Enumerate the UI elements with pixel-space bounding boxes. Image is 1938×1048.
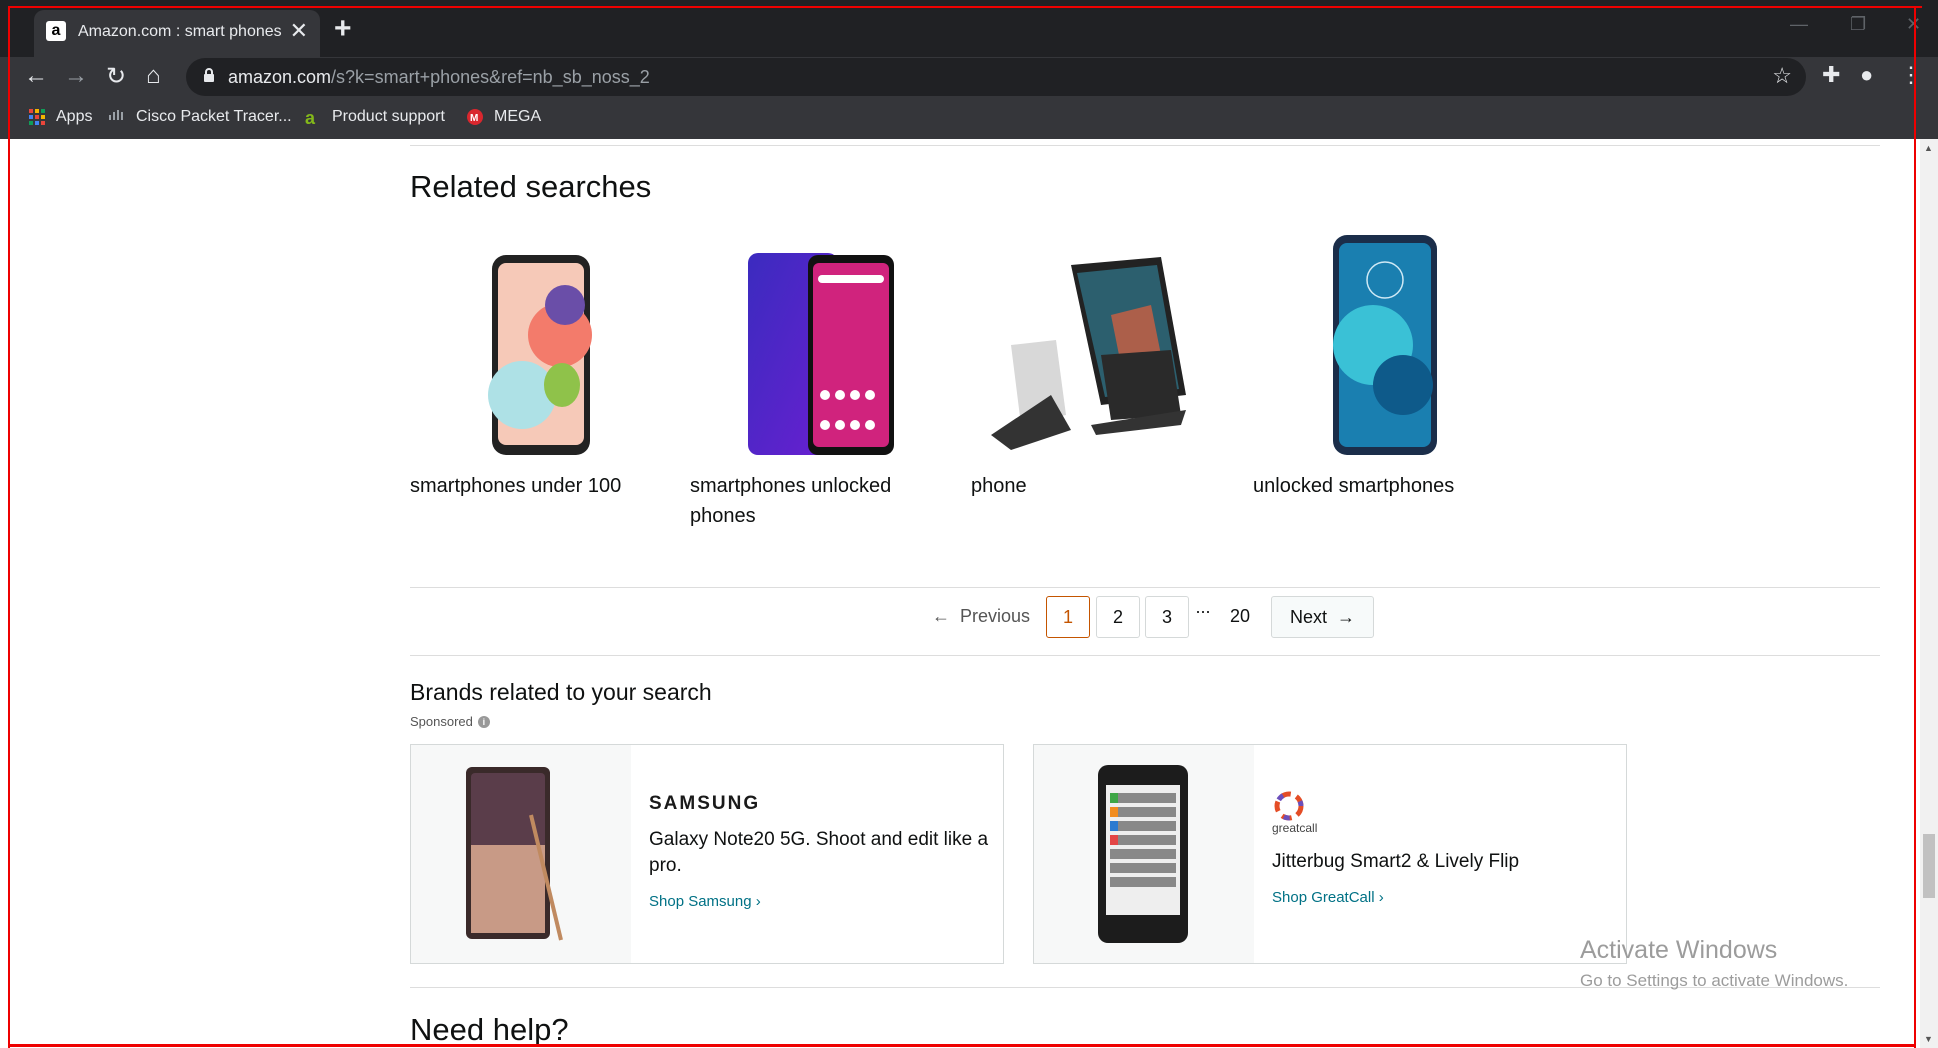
- bookmark-mega[interactable]: M MEGA: [466, 108, 541, 126]
- star-icon[interactable]: ☆: [1772, 63, 1792, 89]
- related-item[interactable]: unlocked smartphones: [1253, 235, 1483, 501]
- apps-grid-icon: [29, 109, 45, 125]
- bookmark-apps[interactable]: Apps: [28, 108, 92, 126]
- scroll-down-icon[interactable]: ▼: [1924, 1034, 1933, 1044]
- page-1-button[interactable]: 1: [1046, 596, 1090, 638]
- svg-text:a: a: [305, 108, 316, 126]
- extensions-icon[interactable]: ✚: [1822, 62, 1840, 88]
- bookmark-label: Apps: [56, 108, 93, 125]
- browser-toolbar: ← → ↻ ⌂ amazon.com/s?k=smart+phones&ref=…: [0, 57, 1938, 99]
- related-item-label[interactable]: smartphones unlocked phones: [690, 471, 920, 531]
- related-item-label[interactable]: smartphones under 100: [410, 471, 640, 501]
- minimize-icon[interactable]: —: [1790, 14, 1808, 35]
- shop-samsung-link[interactable]: Shop Samsung ›: [649, 893, 989, 910]
- previous-label: Previous: [959, 606, 1031, 626]
- address-bar[interactable]: amazon.com/s?k=smart+phones&ref=nb_sb_no…: [186, 58, 1806, 96]
- annotation-frame-bottom: [8, 1044, 1916, 1047]
- arrow-left-icon: ←: [931, 606, 960, 626]
- lock-icon: [204, 68, 214, 82]
- mega-icon: M: [467, 109, 483, 125]
- restore-icon[interactable]: ❐: [1850, 14, 1866, 35]
- related-searches-title: Related searches: [410, 169, 652, 204]
- annotation-frame-left: [8, 6, 10, 1048]
- sponsored-label: Sponsored i: [410, 714, 490, 729]
- samsung-product-image[interactable]: [411, 745, 631, 963]
- greatcall-logo-icon: [1274, 791, 1304, 821]
- related-item-label[interactable]: unlocked smartphones: [1253, 471, 1483, 501]
- samsung-logo: SAMSUNG: [649, 793, 761, 814]
- browser-window: a Amazon.com : smart phones ✕ + — ❐ ✕ ← …: [0, 0, 1938, 1048]
- bookmark-product-support[interactable]: a Product support: [304, 108, 445, 126]
- back-icon[interactable]: ←: [24, 62, 48, 90]
- need-help-heading: Need help?: [410, 1012, 569, 1047]
- browser-tab[interactable]: a Amazon.com : smart phones ✕: [34, 10, 320, 57]
- brand-card-samsung[interactable]: SAMSUNG Galaxy Note20 5G. Shoot and edit…: [410, 744, 1004, 964]
- sponsored-text: Sponsored: [410, 714, 473, 729]
- phone-image[interactable]: [410, 235, 640, 455]
- info-icon[interactable]: i: [477, 715, 490, 728]
- url-host: amazon.com: [228, 67, 332, 87]
- cisco-icon: [109, 110, 123, 120]
- greatcall-product-image[interactable]: [1034, 745, 1254, 963]
- pagination-ellipsis: ...: [1195, 597, 1211, 617]
- close-tab-icon[interactable]: ✕: [290, 18, 308, 44]
- divider: [410, 587, 1880, 588]
- bookmarks-bar: Apps Cisco Packet Tracer... a Product su…: [0, 99, 1938, 139]
- arrow-right-icon: →: [1327, 607, 1356, 627]
- url-path: /s?k=smart+phones&ref=nb_sb_noss_2: [331, 67, 650, 87]
- phone-stand-image[interactable]: [971, 235, 1201, 455]
- page-scrollbar[interactable]: ▲ ▼: [1920, 139, 1938, 1048]
- next-page-button[interactable]: Next →: [1271, 596, 1374, 638]
- related-item-label[interactable]: phone: [971, 471, 1201, 501]
- page-3-button[interactable]: 3: [1145, 596, 1189, 638]
- acer-icon: a: [305, 108, 316, 126]
- brand-description: Galaxy Note20 5G. Shoot and edit like a …: [649, 829, 989, 876]
- related-item[interactable]: smartphones under 100: [410, 235, 640, 501]
- phone-image[interactable]: [1253, 235, 1483, 455]
- activate-windows-watermark: Activate Windows Go to Settings to activ…: [1580, 936, 1848, 991]
- menu-icon[interactable]: ⋮: [1900, 62, 1922, 88]
- next-label: Next: [1289, 607, 1327, 627]
- bookmark-label: MEGA: [494, 108, 542, 125]
- phone-image[interactable]: [690, 235, 920, 455]
- annotation-frame-right: [1914, 6, 1916, 1048]
- home-icon[interactable]: ⌂: [146, 62, 161, 90]
- previous-page-button[interactable]: ← Previous: [924, 596, 1038, 638]
- bookmark-cisco[interactable]: Cisco Packet Tracer...: [108, 108, 292, 126]
- page-content: Related searches smartphones under 100 s…: [8, 139, 1920, 1048]
- url-text: amazon.com/s?k=smart+phones&ref=nb_sb_no…: [228, 67, 650, 88]
- bookmark-label: Product support: [332, 108, 445, 125]
- divider: [410, 145, 1880, 146]
- profile-icon[interactable]: ●: [1860, 62, 1873, 88]
- shop-greatcall-link[interactable]: Shop GreatCall ›: [1272, 889, 1612, 906]
- related-item[interactable]: smartphones unlocked phones: [690, 235, 920, 531]
- annotation-frame-top: [8, 6, 1922, 8]
- watermark-line1: Activate Windows: [1580, 936, 1778, 964]
- scroll-up-icon[interactable]: ▲: [1924, 143, 1933, 153]
- bookmark-label: Cisco Packet Tracer...: [136, 108, 292, 125]
- svg-text:M: M: [470, 113, 478, 124]
- tab-bar: a Amazon.com : smart phones ✕ + — ❐ ✕: [0, 0, 1938, 57]
- reload-icon[interactable]: ↻: [106, 62, 126, 91]
- page-2-button[interactable]: 2: [1096, 596, 1140, 638]
- related-item[interactable]: phone: [971, 235, 1201, 501]
- scrollbar-thumb[interactable]: [1923, 834, 1935, 898]
- brands-title: Brands related to your search: [410, 679, 712, 705]
- new-tab-icon[interactable]: +: [334, 12, 352, 46]
- brand-card-greatcall[interactable]: greatcall Jitterbug Smart2 & Lively Flip…: [1033, 744, 1627, 964]
- greatcall-logo: greatcall: [1272, 821, 1318, 835]
- amazon-favicon-icon: a: [46, 21, 66, 41]
- tab-title: Amazon.com : smart phones: [78, 23, 282, 40]
- brand-description: Jitterbug Smart2 & Lively Flip: [1272, 851, 1520, 872]
- forward-icon[interactable]: →: [64, 62, 88, 90]
- divider: [410, 655, 1880, 656]
- watermark-line2: Go to Settings to activate Windows.: [1580, 971, 1849, 990]
- page-20-button[interactable]: 20: [1220, 596, 1260, 638]
